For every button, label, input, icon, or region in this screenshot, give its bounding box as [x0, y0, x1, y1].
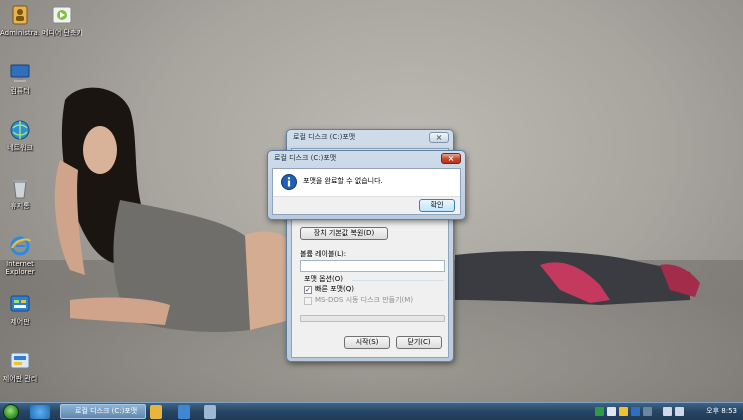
- format-window-titlebar[interactable]: 로컬 디스크 (C:)포맷 ×: [287, 130, 453, 147]
- start-button-orb[interactable]: [3, 404, 19, 420]
- internet-explorer-icon: [10, 236, 31, 256]
- message-box-title: 로컬 디스크 (C:)포맷: [274, 154, 337, 162]
- control-panel-icon: [10, 295, 30, 312]
- msdos-startup-label: MS-DOS 시동 디스크 만들기(M): [315, 296, 414, 304]
- message-box-titlebar[interactable]: 로컬 디스크 (C:)포맷 ×: [268, 151, 465, 168]
- recycle-bin-icon: [13, 180, 27, 199]
- message-box-close-button[interactable]: ×: [441, 153, 461, 164]
- format-options-label: 포맷 옵션(O): [304, 275, 343, 283]
- ie-quicklaunch-icon[interactable]: [30, 405, 50, 419]
- desktop-icon-label: Internet Explorer: [5, 260, 35, 276]
- network-tray-icon[interactable]: [663, 407, 672, 416]
- desktop-icon-computer[interactable]: 컴퓨터: [0, 62, 40, 95]
- quick-format-checkbox[interactable]: ✓: [304, 286, 312, 294]
- computer-icon: [10, 64, 30, 82]
- ok-button[interactable]: 확인: [419, 199, 455, 212]
- format-window-title: 로컬 디스크 (C:)포맷: [293, 133, 356, 141]
- quick-format-label: 빠른 포맷(Q): [315, 285, 354, 293]
- help-tray-icon[interactable]: [631, 407, 640, 416]
- network-icon: [10, 120, 30, 140]
- taskbar-task-format[interactable]: 로컬 디스크 (C:)포맷: [60, 404, 146, 419]
- window-taskbar-icon[interactable]: [204, 405, 216, 419]
- taskbar-task-label: 로컬 디스크 (C:)포맷: [75, 407, 138, 415]
- taskbar-clock[interactable]: 오후 8:53: [706, 403, 737, 420]
- media-shortcut-icon: [52, 6, 72, 24]
- settings-tray-icon[interactable]: [619, 407, 628, 416]
- info-icon: [281, 174, 297, 190]
- desktop-icon-internet-explorer[interactable]: Internet Explorer: [0, 235, 40, 276]
- desktop-icon-network[interactable]: 네트워크: [0, 119, 40, 152]
- message-box-client: 포맷을 완료할 수 없습니다. 확인: [272, 168, 461, 215]
- volume-label-input[interactable]: [300, 260, 445, 272]
- desktop-icon-control-panel[interactable]: 제어판: [0, 293, 40, 326]
- message-box[interactable]: 로컬 디스크 (C:)포맷 × 포맷을 완료할 수 없습니다. 확인: [267, 150, 466, 220]
- format-options-divider: [352, 280, 444, 281]
- keyboard-tray-icon[interactable]: [643, 407, 652, 416]
- start-button[interactable]: 시작(S): [344, 336, 390, 349]
- language-bar-icon[interactable]: [595, 407, 604, 416]
- control-panel-manage-icon: [10, 352, 30, 369]
- restore-defaults-button[interactable]: 장치 기본값 복원(D): [300, 227, 388, 240]
- ime-icon[interactable]: [607, 407, 616, 416]
- media-player-taskbar-icon[interactable]: [150, 405, 162, 419]
- desktop-icon-control-panel-manage[interactable]: 제어판 관리: [0, 350, 40, 383]
- desktop-icon-label: 제어판: [10, 318, 30, 326]
- msdos-startup-checkbox: [304, 297, 312, 305]
- desktop-icon-recycle-bin[interactable]: 휴지통: [0, 177, 40, 210]
- volume-label-label: 볼륨 레이블(L):: [300, 250, 347, 258]
- format-progress-bar: [300, 315, 445, 322]
- taskbar: 로컬 디스크 (C:)포맷 오후 8:53: [0, 402, 743, 420]
- desktop-icon-administrator[interactable]: Administra...: [0, 4, 40, 37]
- message-text: 포맷을 완료할 수 없습니다.: [303, 177, 383, 185]
- desktop-icon-label: 휴지통: [10, 202, 30, 210]
- format-window-close-button[interactable]: ×: [429, 132, 449, 143]
- volume-tray-icon[interactable]: [675, 407, 684, 416]
- desktop-icon-label: 제어판 관리: [2, 375, 38, 383]
- user-folder-icon: [12, 5, 28, 25]
- desktop-icon-label: 메디어 단축키...: [42, 29, 82, 37]
- explorer-taskbar-icon[interactable]: [178, 405, 190, 419]
- desktop-icon-label: 네트워크: [7, 144, 33, 152]
- system-tray: 오후 8:53: [593, 403, 743, 420]
- desktop-icon-media-shortcut[interactable]: 메디어 단축키...: [42, 4, 82, 37]
- close-button[interactable]: 닫기(C): [396, 336, 442, 349]
- desktop-icon-label: Administra...: [0, 29, 40, 37]
- desktop-icon-label: 컴퓨터: [10, 87, 30, 95]
